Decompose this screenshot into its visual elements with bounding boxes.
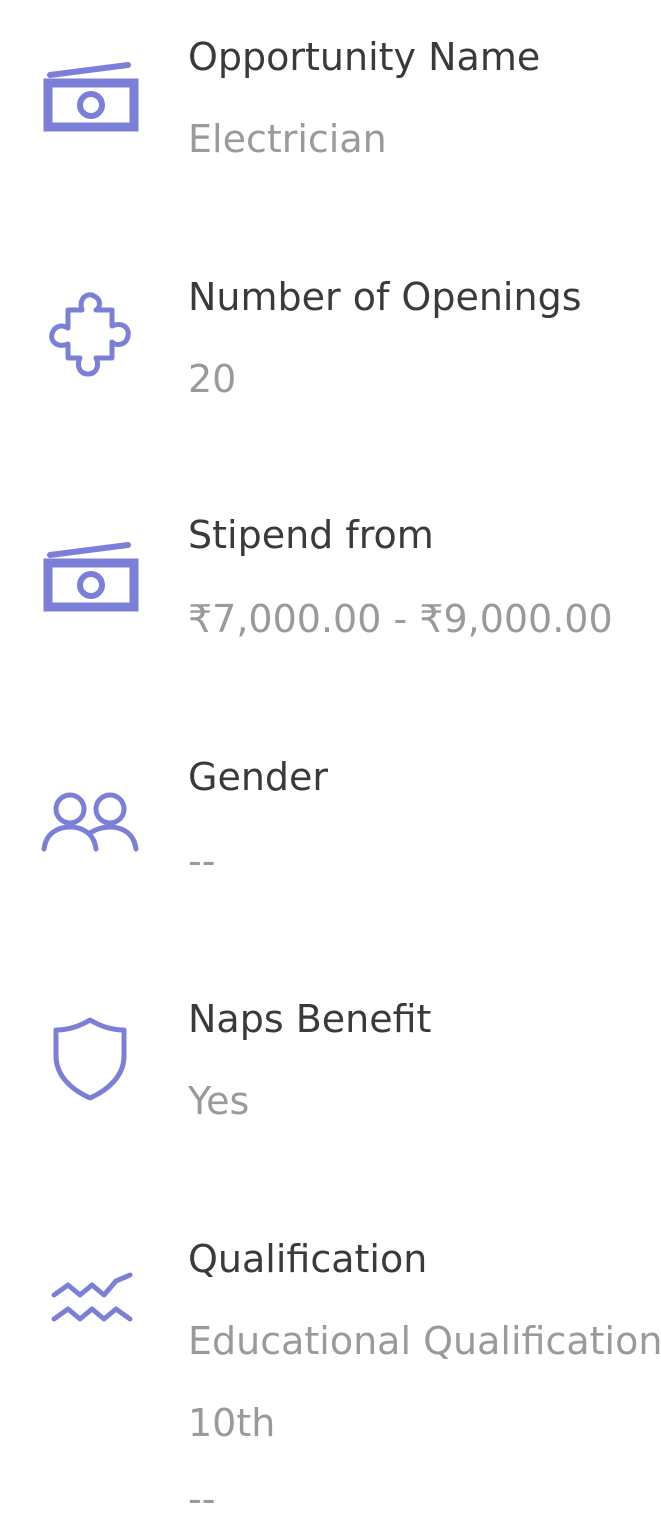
detail-label: Gender (188, 755, 329, 799)
detail-label: Opportunity Name (188, 35, 541, 79)
detail-value: 20 (188, 357, 237, 401)
detail-label: Naps Benefit (188, 997, 432, 1041)
detail-value-extra: -- (188, 1477, 216, 1521)
detail-value: ₹7,000.00 - ₹9,000.00 (188, 597, 613, 641)
money-icon (40, 536, 140, 626)
detail-value: Yes (188, 1079, 250, 1123)
detail-value: Electrician (188, 117, 387, 161)
users-icon (40, 778, 140, 868)
detail-label: Number of Openings (188, 275, 582, 319)
detail-label: Stipend from (188, 513, 434, 557)
detail-value: -- (188, 839, 216, 883)
detail-label: Qualification (188, 1237, 428, 1281)
money-icon (40, 56, 140, 146)
puzzle-icon (40, 288, 140, 378)
shield-icon (40, 1012, 140, 1102)
detail-value-qualification: Educational Qualification, (188, 1319, 661, 1363)
detail-value-level: 10th (188, 1401, 276, 1445)
waves-icon (40, 1256, 140, 1346)
